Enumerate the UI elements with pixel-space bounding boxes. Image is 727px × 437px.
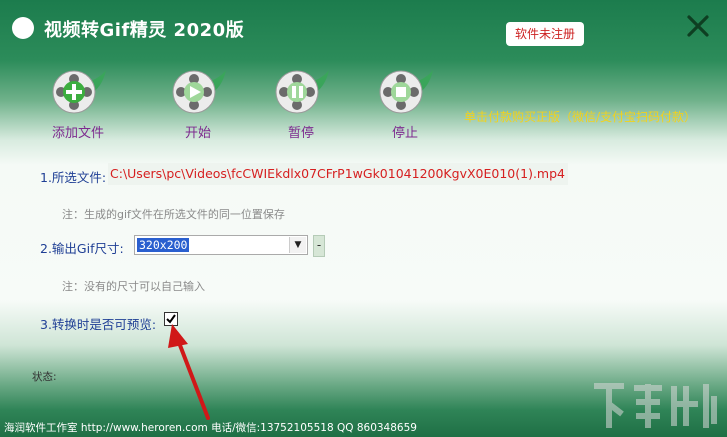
app-window: 视频转Gif精灵 2020版 软件未注册 添加文件 开始 暂停 停止 单击付款购…	[0, 0, 727, 437]
file-note: 注：生成的gif文件在所选文件的同一位置保存	[62, 208, 285, 221]
chevron-down-icon[interactable]: ▼	[289, 237, 306, 253]
preview-label: 3.转换时是否可预览:	[40, 317, 157, 332]
stop-label: 停止	[391, 126, 418, 141]
pause-label: 暂停	[287, 126, 314, 141]
red-arrow-annotation	[168, 324, 210, 420]
pause-film-reel-icon	[275, 70, 329, 114]
register-button[interactable]: 软件未注册	[506, 22, 584, 46]
add-file-label: 添加文件	[51, 126, 104, 141]
close-button[interactable]	[684, 12, 712, 40]
footer-contact: 海润软件工作室 http://www.heroren.com 电话/微信:137…	[4, 422, 417, 434]
watermark-logo-icon	[594, 383, 717, 428]
window-title: 视频转Gif精灵 2020版	[44, 20, 245, 41]
gif-size-select[interactable]: 320x200 ▼	[134, 235, 308, 255]
status-label: 状态:	[32, 371, 57, 383]
file-label: 1.所选文件:	[40, 170, 107, 185]
size-note: 注：没有的尺寸可以自己输入	[62, 280, 205, 293]
size-extra-button[interactable]: -	[313, 235, 325, 257]
close-x-icon	[687, 15, 709, 37]
file-path-field[interactable]: C:\Users\pc\Videos\fcCWIEkdlx07CFrP1wGk0…	[108, 163, 568, 185]
app-logo-circle	[12, 17, 34, 39]
pause-button[interactable]: 暂停	[261, 68, 341, 141]
play-film-reel-icon	[172, 70, 226, 114]
start-button[interactable]: 开始	[158, 68, 238, 141]
add-file-button[interactable]: 添加文件	[38, 68, 118, 141]
stop-button[interactable]: 停止	[365, 68, 445, 141]
purchase-link[interactable]: 单击付款购买正版（微信/支付宝扫码付款）	[464, 108, 696, 125]
stop-film-reel-icon	[379, 70, 433, 114]
size-label: 2.输出Gif尺寸:	[40, 241, 124, 256]
start-label: 开始	[184, 126, 211, 141]
gif-size-value: 320x200	[137, 238, 190, 252]
add-film-reel-icon	[52, 70, 106, 114]
